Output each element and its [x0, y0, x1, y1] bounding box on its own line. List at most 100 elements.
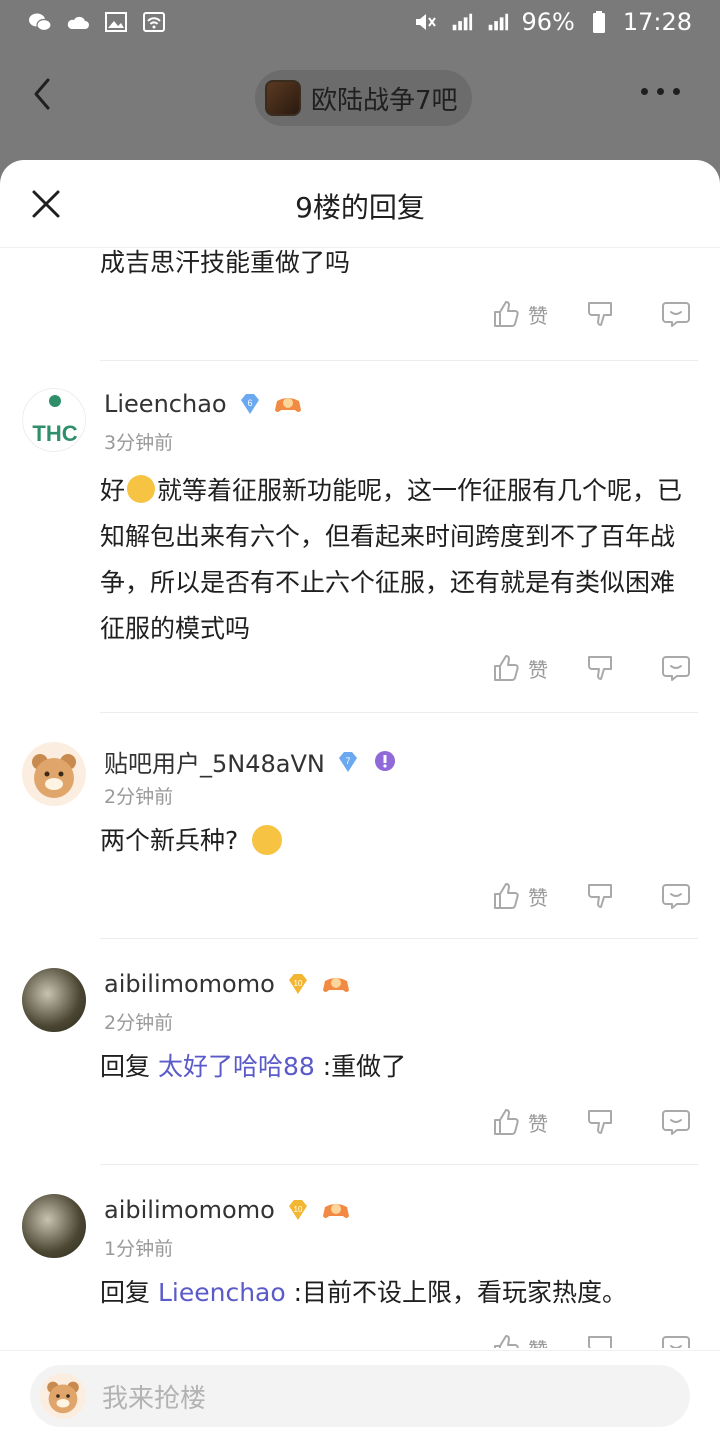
comment-text: 回复 Lieenchao :目前不设上限，看玩家热度。 — [100, 1278, 628, 1307]
comment-icon — [662, 1110, 690, 1135]
thumbs-up-icon — [494, 301, 519, 327]
thumbs-up-icon — [494, 1335, 519, 1348]
dislike-button[interactable] — [584, 1332, 616, 1348]
thumbs-up-icon — [494, 883, 519, 909]
comment-text: 好就等着征服新功能呢，这一作征服有几个呢，已知解包出来有六个，但看起来时间跨度到… — [100, 475, 683, 643]
thumbs-up-icon — [494, 655, 519, 681]
list-item: 成吉思汗技能重做了吗 赞 — [0, 248, 720, 362]
thumbs-down-icon — [588, 302, 612, 326]
svg-text:10: 10 — [293, 979, 302, 988]
comment-actions: 赞 — [490, 298, 692, 330]
post-time: 2分钟前 — [104, 786, 174, 808]
avatar — [40, 1373, 86, 1419]
comment-text: 成吉思汗技能重做了吗 — [100, 248, 351, 277]
list-item: THC Lieenchao 6 3分钟前 好就等着征服新功能呢，这一作征服有几个… — [0, 360, 720, 712]
user-info: Lieenchao 6 — [104, 390, 301, 418]
reply-button[interactable] — [660, 880, 692, 912]
post-time: 1分钟前 — [104, 1238, 174, 1260]
like-button[interactable]: 赞 — [490, 298, 548, 330]
reply-sheet: 9楼的回复 成吉思汗技能重做了吗 赞 THC Lieenchao 6 3分钟前 … — [0, 160, 720, 1440]
avatar[interactable] — [22, 968, 86, 1032]
forum-name: 欧陆战争7吧 — [311, 85, 458, 116]
chevron-left-icon — [34, 78, 50, 110]
reply-list[interactable]: 成吉思汗技能重做了吗 赞 THC Lieenchao 6 3分钟前 好 就等着征… — [0, 248, 720, 1348]
purple-badge-icon — [371, 749, 397, 775]
svg-text:7: 7 — [345, 756, 350, 766]
dislike-button[interactable] — [584, 1106, 616, 1138]
emoji-icon — [127, 475, 156, 503]
gamepad-badge-icon — [321, 971, 349, 997]
thumbs-down-icon — [588, 884, 612, 908]
forum-pill[interactable]: 欧陆战争7吧 — [255, 70, 472, 126]
like-label: 赞 — [528, 657, 548, 682]
clock: 17:28 — [622, 8, 692, 36]
weather-icon — [66, 11, 90, 33]
username[interactable]: aibilimomomo — [104, 970, 275, 998]
comment-icon — [662, 1336, 690, 1348]
wifi-icon — [142, 11, 166, 33]
top-nav: 欧陆战争7吧 — [0, 54, 720, 134]
forum-avatar — [265, 80, 301, 116]
signal-icon — [485, 11, 509, 33]
level-badge: 10 — [285, 971, 311, 997]
like-label: 赞 — [528, 1111, 548, 1136]
thumbs-up-icon — [494, 1109, 519, 1135]
like-button[interactable]: 赞 — [490, 880, 548, 912]
comment-text: 回复 太好了哈哈88 :重做了 — [100, 1052, 407, 1081]
avatar[interactable]: THC — [22, 388, 86, 452]
gamepad-badge-icon — [273, 391, 301, 417]
dislike-button[interactable] — [584, 880, 616, 912]
like-button[interactable]: 赞 — [490, 1332, 548, 1348]
reply-button[interactable] — [660, 1106, 692, 1138]
reply-button[interactable] — [660, 1332, 692, 1348]
username[interactable]: aibilimomomo — [104, 1196, 275, 1224]
comment-text: 两个新兵种? — [100, 824, 696, 858]
like-label: 赞 — [528, 303, 548, 328]
wechat-icon — [28, 11, 52, 33]
sheet-header: 9楼的回复 — [0, 160, 720, 248]
sheet-title: 9楼的回复 — [295, 191, 425, 224]
back-button[interactable] — [28, 72, 58, 116]
list-item: 贴吧用户_5N48aVN 7 2分钟前 两个新兵种? 赞 — [0, 712, 720, 938]
like-button[interactable]: 赞 — [490, 652, 548, 684]
comment-actions: 赞 — [490, 1332, 692, 1348]
user-info: aibilimomomo 10 — [104, 970, 349, 998]
gallery-icon — [104, 11, 128, 33]
mute-icon — [413, 11, 437, 33]
reply-to-link[interactable]: Lieenchao — [158, 1278, 286, 1307]
reply-input[interactable]: 我来抢楼 — [30, 1365, 690, 1427]
gamepad-badge-icon — [321, 1197, 349, 1223]
comment-icon — [662, 656, 690, 681]
bottom-input-bar: 我来抢楼 — [0, 1350, 720, 1440]
dislike-button[interactable] — [584, 298, 616, 330]
dislike-button[interactable] — [584, 652, 616, 684]
reply-to-link[interactable]: 太好了哈哈88 — [158, 1052, 315, 1081]
emoji-icon — [252, 825, 283, 855]
username[interactable]: Lieenchao — [104, 390, 227, 418]
like-label: 赞 — [528, 1334, 548, 1349]
input-placeholder: 我来抢楼 — [102, 1383, 207, 1414]
level-badge: 10 — [285, 1197, 311, 1223]
status-bar: 96% 17:28 — [0, 0, 720, 44]
list-item: aibilimomomo 10 2分钟前 回复 太好了哈哈88 :重做了 赞 — [0, 938, 720, 1164]
list-item: aibilimomomo 10 1分钟前 回复 Lieenchao :目前不设上… — [0, 1164, 720, 1348]
reply-button[interactable] — [660, 298, 692, 330]
username[interactable]: 贴吧用户_5N48aVN — [104, 744, 325, 779]
avatar[interactable] — [22, 742, 86, 806]
user-info: aibilimomomo 10 — [104, 1196, 349, 1224]
svg-text:THC: THC — [32, 421, 77, 446]
post-time: 3分钟前 — [104, 432, 174, 454]
user-info: 贴吧用户_5N48aVN 7 — [104, 744, 397, 779]
like-button[interactable]: 赞 — [490, 1106, 548, 1138]
reply-button[interactable] — [660, 652, 692, 684]
level-badge: 6 — [237, 391, 263, 417]
thumbs-down-icon — [588, 656, 612, 680]
svg-text:6: 6 — [247, 398, 252, 408]
like-label: 赞 — [528, 885, 548, 910]
avatar[interactable] — [22, 1194, 86, 1258]
comment-actions: 赞 — [490, 880, 692, 912]
level-badge: 7 — [335, 749, 361, 775]
comment-actions: 赞 — [490, 1106, 692, 1138]
thumbs-down-icon — [588, 1336, 612, 1348]
more-button[interactable] — [641, 88, 680, 95]
